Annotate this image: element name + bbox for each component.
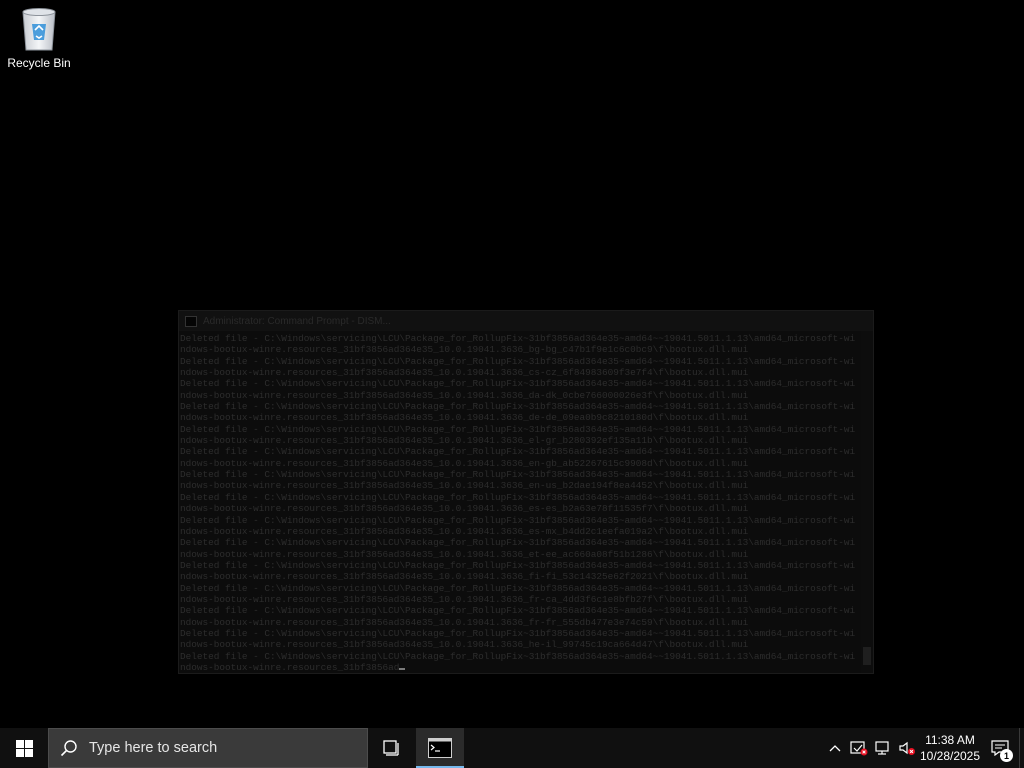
- console-line: ndows-bootux-winre.resources_31bf3856ad3…: [180, 616, 749, 628]
- taskbar: Type here to search 11:38 AM 10/28/2025 …: [0, 728, 1024, 768]
- console-output[interactable]: Deleted file - C:\Windows\servicing\LCU\…: [179, 331, 861, 673]
- search-box[interactable]: Type here to search: [48, 728, 368, 768]
- show-hidden-icons-button[interactable]: [823, 728, 847, 768]
- search-icon: [49, 739, 89, 757]
- console-line: ndows-bootux-winre.resources_31bf3856ad3…: [180, 548, 749, 560]
- console-line: ndows-bootux-winre.resources_31bf3856ad3…: [180, 503, 749, 515]
- console-line: Deleted file - C:\Windows\servicing\LCU\…: [180, 605, 856, 617]
- show-desktop-button[interactable]: [1019, 728, 1024, 768]
- console-line: ndows-bootux-winre.resources_31bf3856ad3…: [180, 344, 749, 356]
- console-title: Administrator: Command Prompt - DISM...: [203, 315, 391, 327]
- network-disconnected-icon: [875, 741, 889, 755]
- recycle-bin-icon: [22, 8, 56, 51]
- recycle-bin-shortcut[interactable]: Recycle Bin: [4, 6, 74, 76]
- console-line: Deleted file - C:\Windows\servicing\LCU\…: [180, 378, 856, 390]
- start-button[interactable]: [0, 728, 48, 768]
- taskbar-clock[interactable]: 11:38 AM 10/28/2025: [919, 728, 981, 768]
- console-line: Deleted file - C:\Windows\servicing\LCU\…: [180, 650, 856, 662]
- console-line: Deleted file - C:\Windows\servicing\LCU\…: [180, 582, 856, 594]
- command-prompt-window[interactable]: Administrator: Command Prompt - DISM... …: [178, 310, 874, 674]
- console-line: Deleted file - C:\Windows\servicing\LCU\…: [180, 469, 856, 481]
- volume-muted-icon: [899, 741, 915, 755]
- console-scrollbar-thumb[interactable]: [863, 647, 871, 665]
- console-line: ndows-bootux-winre.resources_31bf3856ad3…: [180, 435, 749, 447]
- console-line: ndows-bootux-winre.resources_31bf3856ad3…: [180, 639, 749, 651]
- console-line: ndows-bootux-winre.resources_31bf3856ad3…: [180, 480, 749, 492]
- console-scrollbar[interactable]: [861, 331, 873, 673]
- notification-badge: 1: [1000, 749, 1013, 762]
- console-line: Deleted file - C:\Windows\servicing\LCU\…: [180, 627, 856, 639]
- task-view-icon: [383, 740, 399, 756]
- console-line: ndows-bootux-winre.resources_31bf3856ad3…: [180, 525, 749, 537]
- command-prompt-icon: [428, 738, 452, 758]
- security-alert-icon: [850, 741, 868, 756]
- console-app-icon: [185, 315, 197, 327]
- console-line: Deleted file - C:\Windows\servicing\LCU\…: [180, 401, 856, 413]
- console-line-current: ndows-bootux-winre.resources_31bf3856ad: [180, 662, 861, 673]
- windows-logo-icon: [15, 739, 33, 757]
- console-partial-text: ndows-bootux-winre.resources_31bf3856ad: [180, 661, 400, 673]
- console-line: Deleted file - C:\Windows\servicing\LCU\…: [180, 333, 856, 344]
- console-line: Deleted file - C:\Windows\servicing\LCU\…: [180, 537, 856, 549]
- recycle-bin-label: Recycle Bin: [7, 56, 71, 70]
- clock-time: 11:38 AM: [925, 733, 975, 747]
- console-line: Deleted file - C:\Windows\servicing\LCU\…: [180, 446, 856, 458]
- task-view-button[interactable]: [368, 728, 416, 768]
- console-cursor: [399, 667, 406, 670]
- security-tray-button[interactable]: [847, 728, 871, 768]
- console-line: Deleted file - C:\Windows\servicing\LCU\…: [180, 423, 856, 435]
- console-line: Deleted file - C:\Windows\servicing\LCU\…: [180, 491, 856, 503]
- console-line: ndows-bootux-winre.resources_31bf3856ad3…: [180, 412, 749, 424]
- console-line: Deleted file - C:\Windows\servicing\LCU\…: [180, 355, 856, 367]
- volume-tray-button[interactable]: [895, 728, 919, 768]
- desktop: Recycle Bin Administrator: Command Promp…: [0, 0, 1024, 728]
- console-titlebar[interactable]: Administrator: Command Prompt - DISM...: [179, 311, 873, 331]
- taskbar-command-prompt[interactable]: [416, 728, 464, 768]
- console-line: ndows-bootux-winre.resources_31bf3856ad3…: [180, 571, 749, 583]
- console-line: ndows-bootux-winre.resources_31bf3856ad3…: [180, 389, 749, 401]
- console-line: Deleted file - C:\Windows\servicing\LCU\…: [180, 514, 856, 526]
- search-placeholder: Type here to search: [89, 740, 218, 756]
- clock-date: 10/28/2025: [919, 749, 981, 763]
- system-tray: 11:38 AM 10/28/2025 1: [823, 728, 1024, 768]
- console-line: ndows-bootux-winre.resources_31bf3856ad3…: [180, 457, 749, 469]
- console-line: Deleted file - C:\Windows\servicing\LCU\…: [180, 559, 856, 571]
- console-line: ndows-bootux-winre.resources_31bf3856ad3…: [180, 593, 749, 605]
- action-center-button[interactable]: 1: [981, 728, 1019, 768]
- console-line: ndows-bootux-winre.resources_31bf3856ad3…: [180, 367, 749, 379]
- network-tray-button[interactable]: [871, 728, 895, 768]
- chevron-up-icon: [829, 745, 841, 752]
